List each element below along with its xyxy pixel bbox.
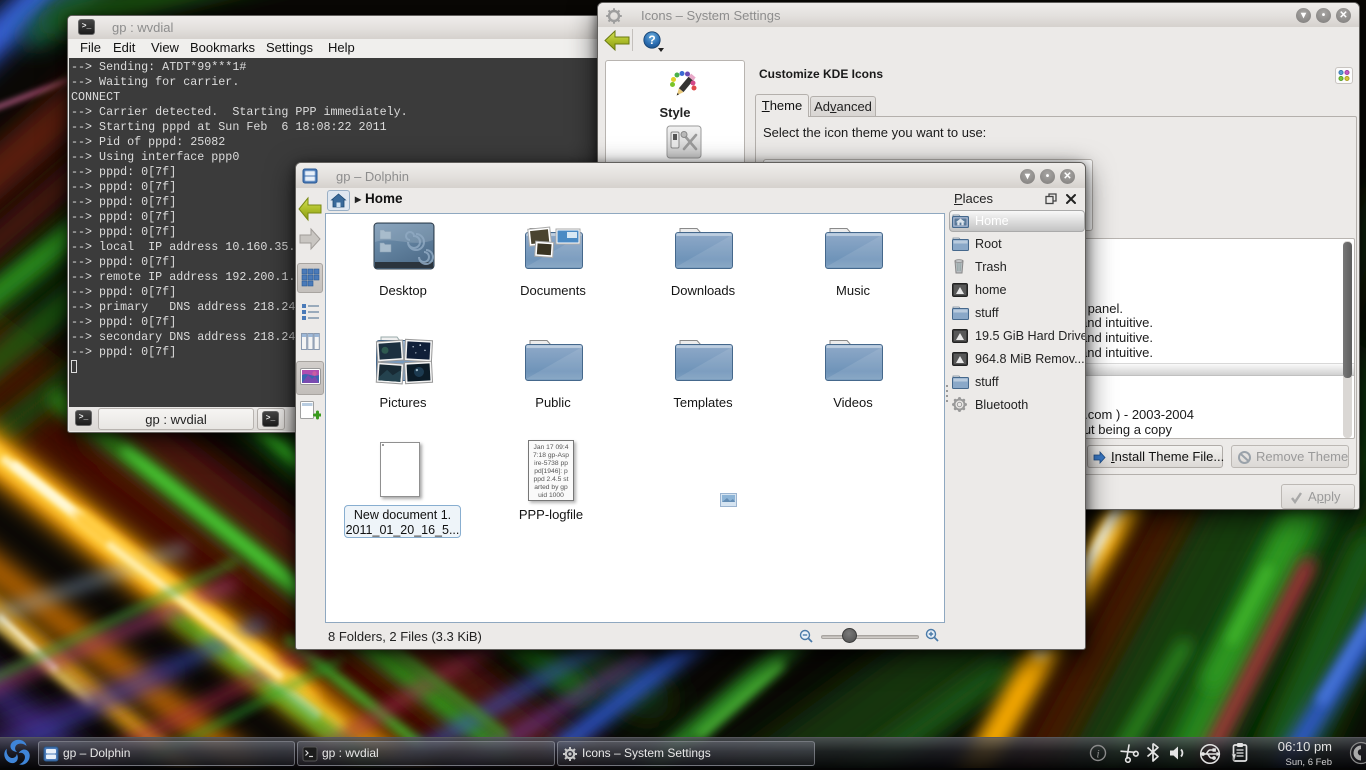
- svg-text:?: ?: [648, 33, 655, 47]
- svg-text:i: i: [1096, 747, 1099, 761]
